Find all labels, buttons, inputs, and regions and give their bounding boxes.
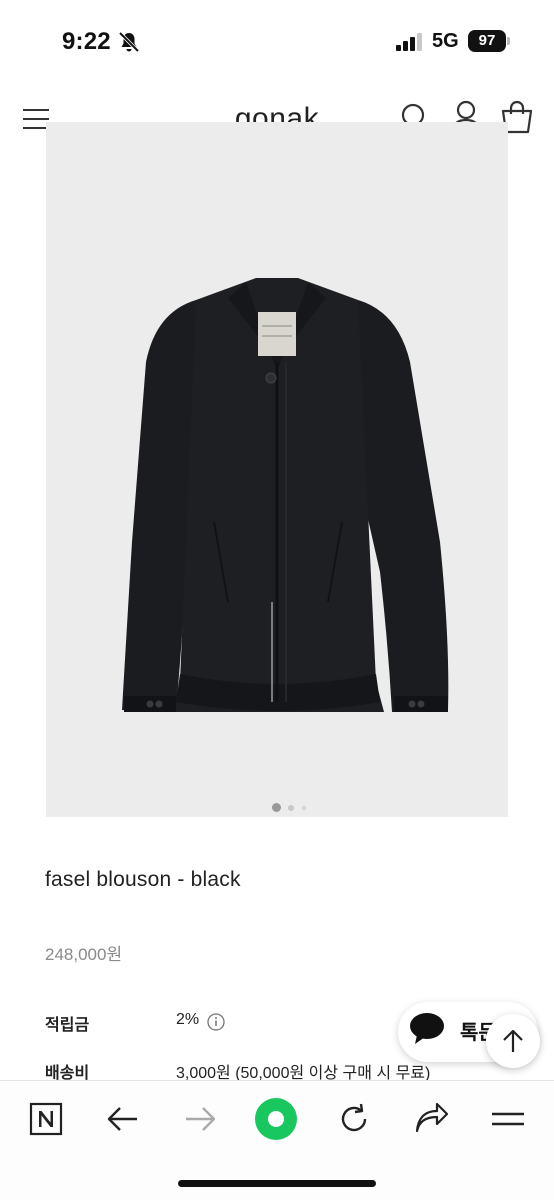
hamburger-icon[interactable]	[488, 1101, 528, 1137]
forward-arrow-icon[interactable]	[180, 1101, 220, 1137]
signal-icon	[396, 33, 422, 51]
product-image[interactable]	[46, 122, 508, 817]
status-time: 9:22	[62, 28, 111, 55]
reload-icon[interactable]	[334, 1101, 374, 1137]
status-bar: 9:22 5G 97	[0, 0, 554, 80]
product-price: 248,000원	[45, 945, 123, 964]
image-carousel-dots	[0, 803, 554, 813]
carousel-dot[interactable]	[302, 806, 306, 810]
green-dot-icon[interactable]	[254, 1097, 298, 1141]
carousel-dot[interactable]	[288, 805, 294, 811]
share-icon[interactable]	[411, 1101, 451, 1137]
carousel-dot-active[interactable]	[272, 803, 281, 812]
jacket-illustration	[122, 278, 449, 712]
chat-bubble-icon[interactable]	[408, 1011, 446, 1047]
points-value: 2%	[176, 1011, 200, 1028]
info-icon[interactable]	[207, 1013, 225, 1031]
naver-icon[interactable]	[26, 1101, 66, 1137]
scroll-top-button[interactable]	[486, 1014, 540, 1068]
back-arrow-icon[interactable]	[103, 1101, 143, 1137]
battery-indicator: 97	[468, 30, 506, 52]
battery-cap	[507, 37, 510, 45]
arrow-up-icon	[503, 1029, 523, 1052]
bell-slash-icon	[118, 31, 140, 53]
points-label: 적립금	[45, 1017, 90, 1034]
network-label: 5G	[432, 30, 459, 52]
product-title: fasel blouson - black	[45, 868, 241, 891]
home-indicator	[178, 1180, 376, 1187]
